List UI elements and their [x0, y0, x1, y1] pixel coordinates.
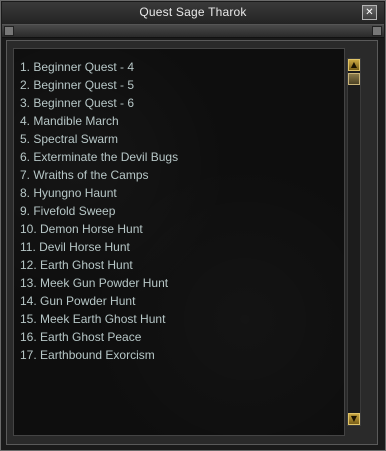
- scroll-thumb[interactable]: [348, 73, 360, 85]
- quest-item[interactable]: 8. Hyungno Haunt: [20, 184, 178, 202]
- quest-item[interactable]: 3. Beginner Quest - 6: [20, 94, 178, 112]
- decorative-bar: [2, 25, 384, 38]
- quest-item[interactable]: 16. Earth Ghost Peace: [20, 328, 178, 346]
- quest-item[interactable]: 7. Wraiths of the Camps: [20, 166, 178, 184]
- window-title: Quest Sage Tharok: [139, 5, 247, 19]
- quest-item[interactable]: 1. Beginner Quest - 4: [20, 58, 178, 76]
- quest-item[interactable]: 17. Earthbound Exorcism: [20, 346, 178, 364]
- close-icon: ✕: [365, 7, 374, 18]
- bar-cap-right: [372, 26, 382, 36]
- scroll-down-button[interactable]: ▼: [348, 413, 360, 425]
- scrollbar[interactable]: ▲ ▼: [347, 58, 361, 426]
- quest-item[interactable]: 11. Devil Horse Hunt: [20, 238, 178, 256]
- quest-item[interactable]: 13. Meek Gun Powder Hunt: [20, 274, 178, 292]
- scroll-up-button[interactable]: ▲: [348, 59, 360, 71]
- quest-item[interactable]: 14. Gun Powder Hunt: [20, 292, 178, 310]
- quest-item[interactable]: 10. Demon Horse Hunt: [20, 220, 178, 238]
- quest-item[interactable]: 9. Fivefold Sweep: [20, 202, 178, 220]
- quest-item[interactable]: 2. Beginner Quest - 5: [20, 76, 178, 94]
- quest-list: 1. Beginner Quest - 4 2. Beginner Quest -…: [20, 58, 178, 364]
- quest-item[interactable]: 12. Earth Ghost Hunt: [20, 256, 178, 274]
- close-button[interactable]: ✕: [362, 5, 377, 20]
- quest-item[interactable]: 15. Meek Earth Ghost Hunt: [20, 310, 178, 328]
- arrow-down-icon: ▼: [350, 414, 358, 423]
- quest-item[interactable]: 5. Spectral Swarm: [20, 130, 178, 148]
- quest-item[interactable]: 6. Exterminate the Devil Bugs: [20, 148, 178, 166]
- title-bar[interactable]: Quest Sage Tharok ✕: [2, 2, 384, 25]
- bar-cap-left: [4, 26, 14, 36]
- arrow-up-icon: ▲: [350, 60, 358, 69]
- quest-item[interactable]: 4. Mandible March: [20, 112, 178, 130]
